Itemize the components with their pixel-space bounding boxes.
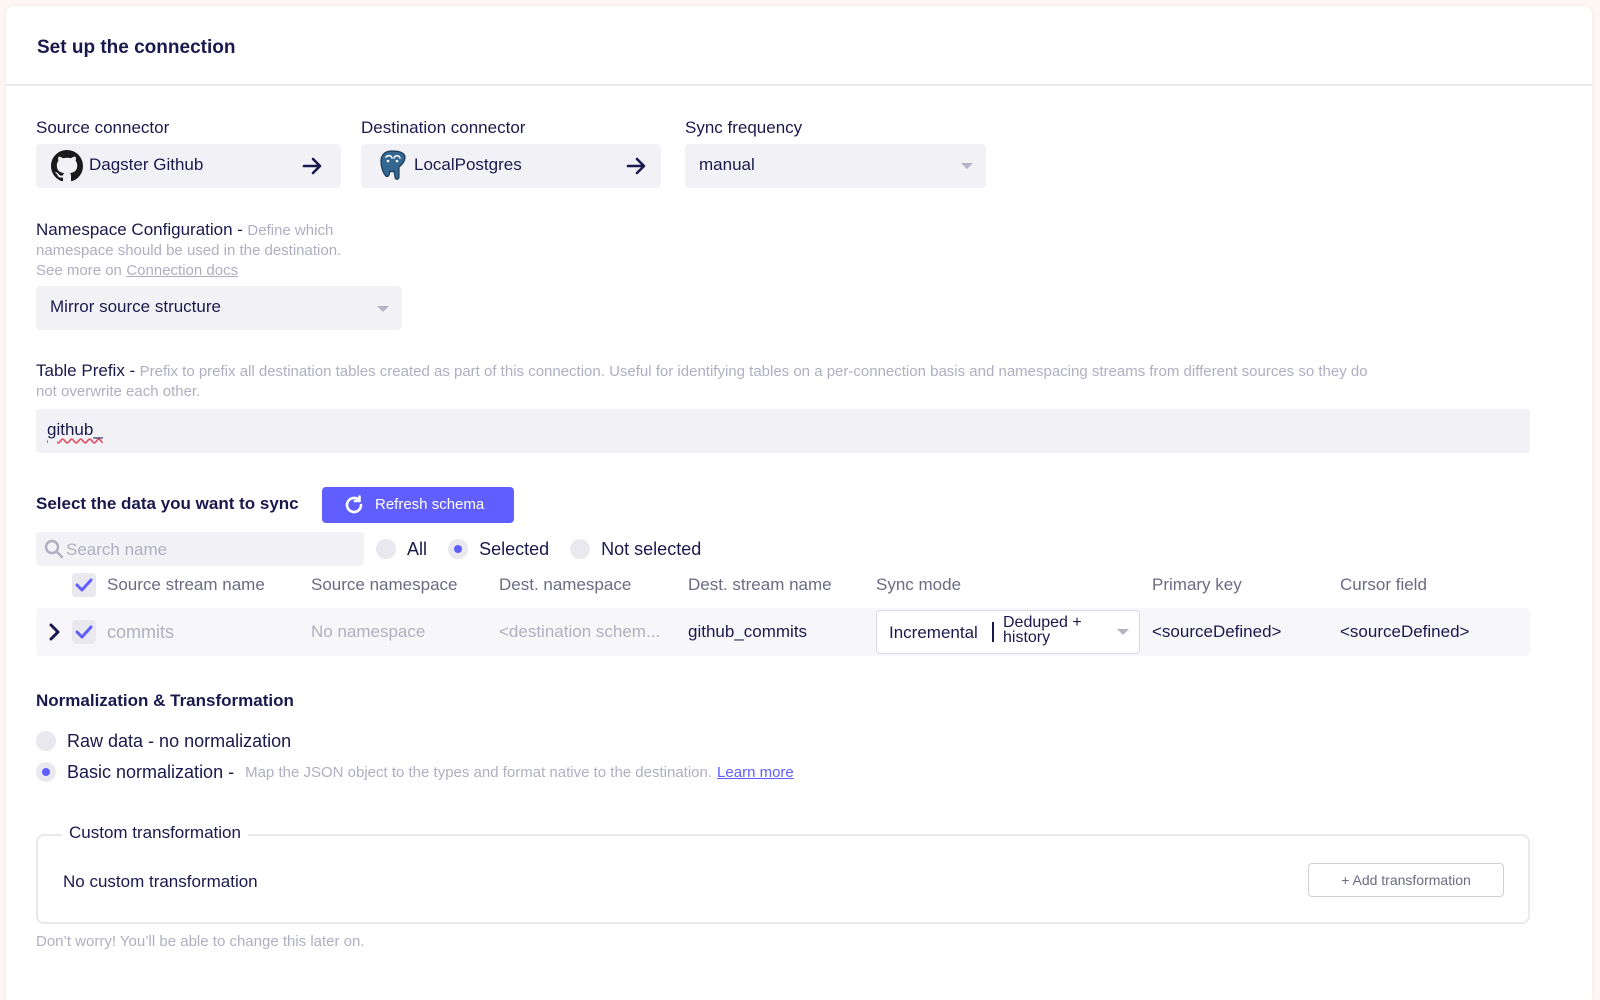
sync-mode-select[interactable]: Incremental Deduped + history	[876, 610, 1140, 654]
connection-docs-link[interactable]: Connection docs	[126, 262, 238, 279]
basic-normalization-hint: Map the JSON object to the types and for…	[245, 763, 713, 781]
chevron-down-icon	[1117, 629, 1129, 635]
table-prefix-hint-2: not overwrite each other.	[36, 383, 201, 400]
filter-all-label: All	[407, 538, 428, 559]
basic-normalization-label: Basic normalization -	[67, 761, 235, 782]
namespace-hint: Define which	[247, 222, 334, 239]
add-transformation-button[interactable]: + Add transformation	[1308, 863, 1504, 897]
filter-all[interactable]: All	[376, 538, 432, 560]
chevron-right-icon[interactable]	[48, 622, 62, 642]
sync-mode-right: Deduped + history	[1003, 615, 1082, 646]
table-prefix-description: Table Prefix - Prefix to prefix all dest…	[36, 361, 1576, 402]
header-dest-stream: Dest. stream name	[688, 575, 832, 594]
header-dest-namespace: Dest. namespace	[499, 575, 632, 594]
refresh-schema-label: Refresh schema	[375, 496, 485, 513]
search-placeholder: Search name	[66, 540, 168, 559]
table-prefix-label: Table Prefix -	[36, 361, 136, 380]
connection-setup-card: Set up the connection Source connector D…	[6, 6, 1592, 1000]
source-namespace-value: No namespace	[311, 622, 426, 641]
destination-connector-field[interactable]: LocalPostgres	[361, 144, 661, 188]
namespace-select[interactable]: Mirror source structure	[36, 286, 402, 330]
checkmark-icon	[75, 578, 93, 592]
destination-connector-value: LocalPostgres	[414, 155, 522, 174]
radio-selected[interactable]	[448, 539, 469, 560]
cursor-field-value: <sourceDefined>	[1340, 622, 1470, 641]
dest-stream-value: github_commits	[688, 622, 808, 641]
postgres-icon	[380, 150, 406, 180]
github-icon	[51, 150, 83, 182]
source-connector-value: Dagster Github	[89, 155, 204, 174]
sync-mode-right-2: history	[1003, 629, 1051, 646]
filter-radio-group: All Selected Not selected	[376, 538, 701, 560]
select-all-checkbox[interactable]	[72, 573, 96, 597]
namespace-hint-2: namespace should be used in the destinat…	[36, 242, 342, 259]
refresh-icon	[345, 495, 363, 514]
dest-namespace-value: <destination schem...	[499, 622, 661, 641]
primary-key-value: <sourceDefined>	[1152, 622, 1282, 641]
sync-mode-divider	[992, 622, 994, 642]
radio-all[interactable]	[376, 539, 396, 560]
sync-frequency-value: manual	[699, 155, 755, 174]
header-sync-mode: Sync mode	[876, 575, 962, 594]
table-prefix-hint: Prefix to prefix all destination tables …	[139, 363, 1368, 380]
sync-frequency-select[interactable]: manual	[685, 144, 986, 188]
sync-data-title: Select the data you want to sync	[36, 494, 299, 513]
namespace-config-label: Namespace Configuration -	[36, 220, 243, 239]
no-custom-transformation-text: No custom transformation	[63, 872, 258, 891]
header-source-stream: Source stream name	[107, 575, 265, 594]
chevron-down-icon	[961, 163, 973, 169]
arrow-right-icon[interactable]	[301, 155, 323, 177]
see-more-text: See more on	[36, 262, 122, 279]
table-prefix-value: github_	[47, 420, 103, 439]
radio-not-selected[interactable]	[570, 539, 591, 560]
raw-data-label: Raw data - no normalization	[67, 730, 292, 751]
custom-transformation-box: Custom transformation No custom transfor…	[36, 823, 1530, 924]
header-source-namespace: Source namespace	[311, 575, 458, 594]
footer-note: Don’t worry! You’ll be able to change th…	[36, 933, 365, 950]
sync-mode-left: Incremental	[889, 623, 978, 642]
normalization-title: Normalization & Transformation	[36, 691, 294, 710]
filter-not-selected-label: Not selected	[601, 538, 702, 559]
row-checkbox[interactable]	[72, 620, 96, 644]
chevron-down-icon	[377, 306, 389, 312]
namespace-config-description: Namespace Configuration - Define which n…	[36, 220, 416, 281]
source-connector-label: Source connector	[36, 118, 170, 137]
search-icon	[44, 539, 64, 559]
page-title: Set up the connection	[6, 6, 1592, 86]
filter-not-selected[interactable]: Not selected	[570, 538, 702, 560]
header-primary-key: Primary key	[1152, 575, 1242, 594]
header-cursor-field: Cursor field	[1340, 575, 1427, 594]
custom-transformation-legend: Custom transformation	[62, 823, 248, 843]
search-input[interactable]: Search name	[36, 532, 364, 566]
normalization-option-basic[interactable]: Basic normalization - Map the JSON objec…	[36, 761, 794, 783]
radio-raw-data[interactable]	[36, 731, 56, 752]
table-prefix-input[interactable]: github_	[36, 409, 1530, 453]
learn-more-link[interactable]: Learn more	[717, 764, 794, 781]
arrow-right-icon[interactable]	[625, 155, 647, 177]
source-connector-field[interactable]: Dagster Github	[36, 144, 341, 188]
checkmark-icon	[75, 625, 93, 639]
table-row[interactable]: commits No namespace <destination schem.…	[36, 608, 1530, 656]
radio-basic-normalization[interactable]	[36, 762, 56, 783]
sync-frequency-label: Sync frequency	[685, 118, 803, 137]
namespace-value: Mirror source structure	[50, 297, 221, 316]
stream-name: commits	[107, 622, 174, 642]
filter-selected[interactable]: Selected	[448, 538, 554, 560]
destination-connector-label: Destination connector	[361, 118, 526, 137]
filter-selected-label: Selected	[479, 538, 550, 559]
refresh-schema-button[interactable]: Refresh schema	[322, 487, 514, 523]
normalization-option-raw[interactable]: Raw data - no normalization	[36, 730, 291, 752]
